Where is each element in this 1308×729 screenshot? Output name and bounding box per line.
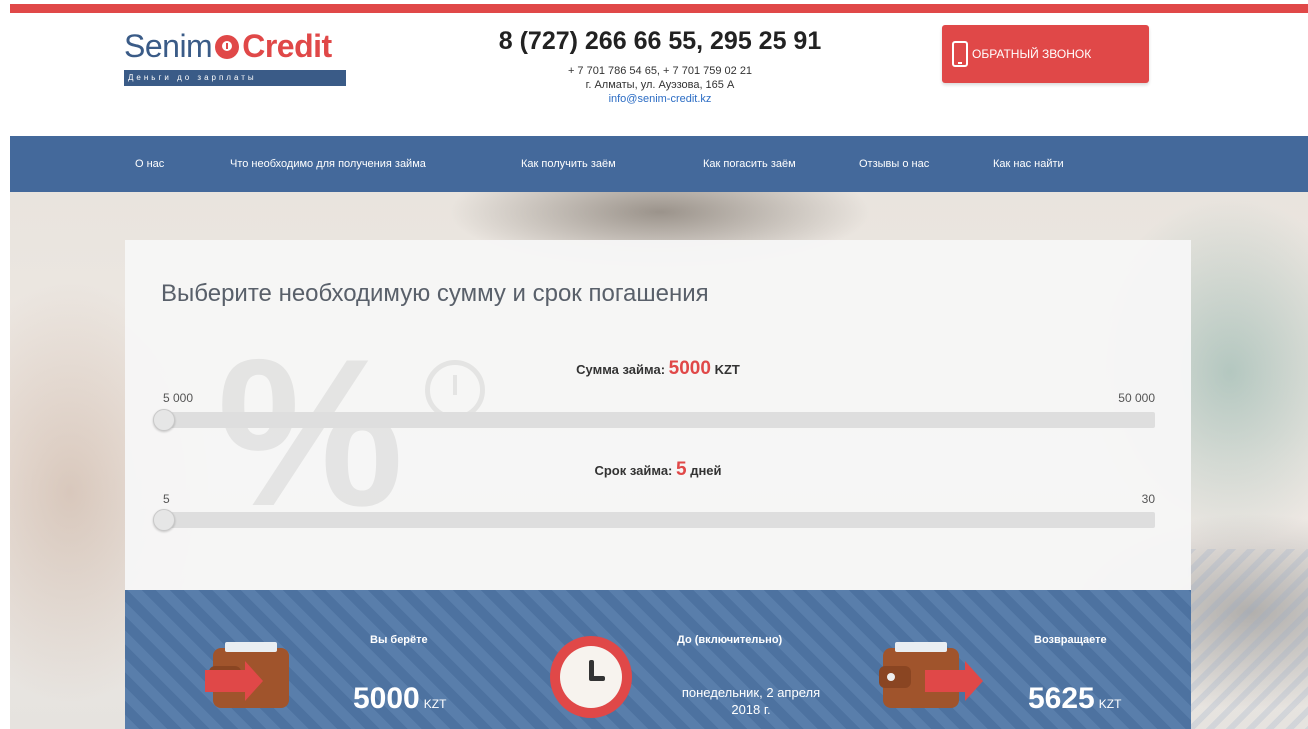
term-value: 5 bbox=[676, 459, 687, 480]
amount-value: 5000 bbox=[668, 358, 711, 379]
nav-item-how-to-repay[interactable]: Как погасить заём bbox=[703, 136, 796, 192]
top-accent-stripe bbox=[0, 0, 1308, 16]
return-amount: 5625 KZT bbox=[1028, 682, 1121, 716]
logo-senim-text: Senim bbox=[124, 28, 213, 64]
amount-slider-track[interactable] bbox=[153, 409, 1155, 431]
logo[interactable]: Senim Credit Деньги до зарплаты bbox=[124, 28, 346, 88]
mobile-phone-icon bbox=[952, 41, 968, 67]
amount-unit: KZT bbox=[714, 362, 740, 377]
until-date: понедельник, 2 апреля 2018 г. bbox=[681, 685, 821, 717]
nav-item-about[interactable]: О нас bbox=[135, 136, 164, 192]
loan-calculator: % Выберите необходимую сумму и срок пога… bbox=[125, 240, 1191, 590]
return-title: Возвращаете bbox=[1034, 634, 1107, 646]
mobile-phones: + 7 701 786 54 65, + 7 701 759 02 21 bbox=[567, 65, 753, 77]
term-unit: дней bbox=[690, 463, 722, 478]
top-accent-bar bbox=[10, 4, 1308, 13]
nav-item-how-to-get[interactable]: Как получить заём bbox=[521, 136, 616, 192]
return-unit: KZT bbox=[1098, 697, 1122, 711]
nav-item-reviews[interactable]: Отзывы о нас bbox=[859, 136, 929, 192]
nav-item-requirements[interactable]: Что необходимо для получения займа bbox=[230, 136, 426, 192]
email-link[interactable]: info@senim-credit.kz bbox=[470, 92, 850, 106]
logo-coin-icon bbox=[215, 35, 240, 59]
calculator-title: Выберите необходимую сумму и срок погаше… bbox=[161, 280, 709, 307]
return-value: 5625 bbox=[1028, 682, 1095, 715]
callback-button[interactable]: ОБРАТНЫЙ ЗВОНОК bbox=[942, 25, 1149, 83]
arrow-out-icon bbox=[925, 661, 983, 701]
term-slider-handle[interactable] bbox=[153, 509, 175, 531]
amount-label-row: Сумма займа: 5000 KZT bbox=[125, 358, 1191, 380]
logo-tagline: Деньги до зарплаты bbox=[124, 70, 346, 86]
callback-button-label: ОБРАТНЫЙ ЗВОНОК bbox=[972, 47, 1092, 61]
take-title: Вы берёте bbox=[370, 634, 428, 646]
contact-block: 8 (727) 266 66 55, 295 25 91 + 7 701 786… bbox=[470, 24, 850, 106]
logo-credit-text: Credit bbox=[242, 28, 332, 64]
amount-min: 5 000 bbox=[163, 391, 194, 405]
site-header: Senim Credit Деньги до зарплаты 8 (727) 2… bbox=[0, 16, 1308, 136]
term-max: 30 bbox=[1141, 492, 1155, 506]
amount-slider-handle[interactable] bbox=[153, 409, 175, 431]
term-label-row: Срок займа: 5 дней bbox=[125, 459, 1191, 481]
main-nav: О нас Что необходимо для получения займа… bbox=[10, 136, 1308, 192]
loan-summary: Вы берёте 5000 KZT До (включительно) поне… bbox=[125, 590, 1191, 729]
until-title: До (включительно) bbox=[677, 634, 783, 646]
main-phone: 8 (727) 266 66 55, 295 25 91 bbox=[498, 27, 822, 55]
term-label: Срок займа: bbox=[594, 463, 673, 478]
nav-item-find-us[interactable]: Как нас найти bbox=[993, 136, 1064, 192]
take-value: 5000 bbox=[353, 682, 420, 715]
logo-wordmark: Senim Credit bbox=[124, 28, 346, 64]
term-slider-track[interactable] bbox=[153, 509, 1155, 531]
amount-label: Сумма займа: bbox=[576, 362, 666, 377]
take-amount: 5000 KZT bbox=[353, 682, 446, 716]
clock-icon bbox=[550, 636, 632, 718]
take-unit: KZT bbox=[423, 697, 447, 711]
amount-max: 50 000 bbox=[1118, 391, 1155, 405]
arrow-in-icon bbox=[205, 661, 263, 701]
term-min: 5 bbox=[163, 492, 170, 506]
address: г. Алматы, ул. Ауэзова, 165 А bbox=[585, 79, 735, 91]
